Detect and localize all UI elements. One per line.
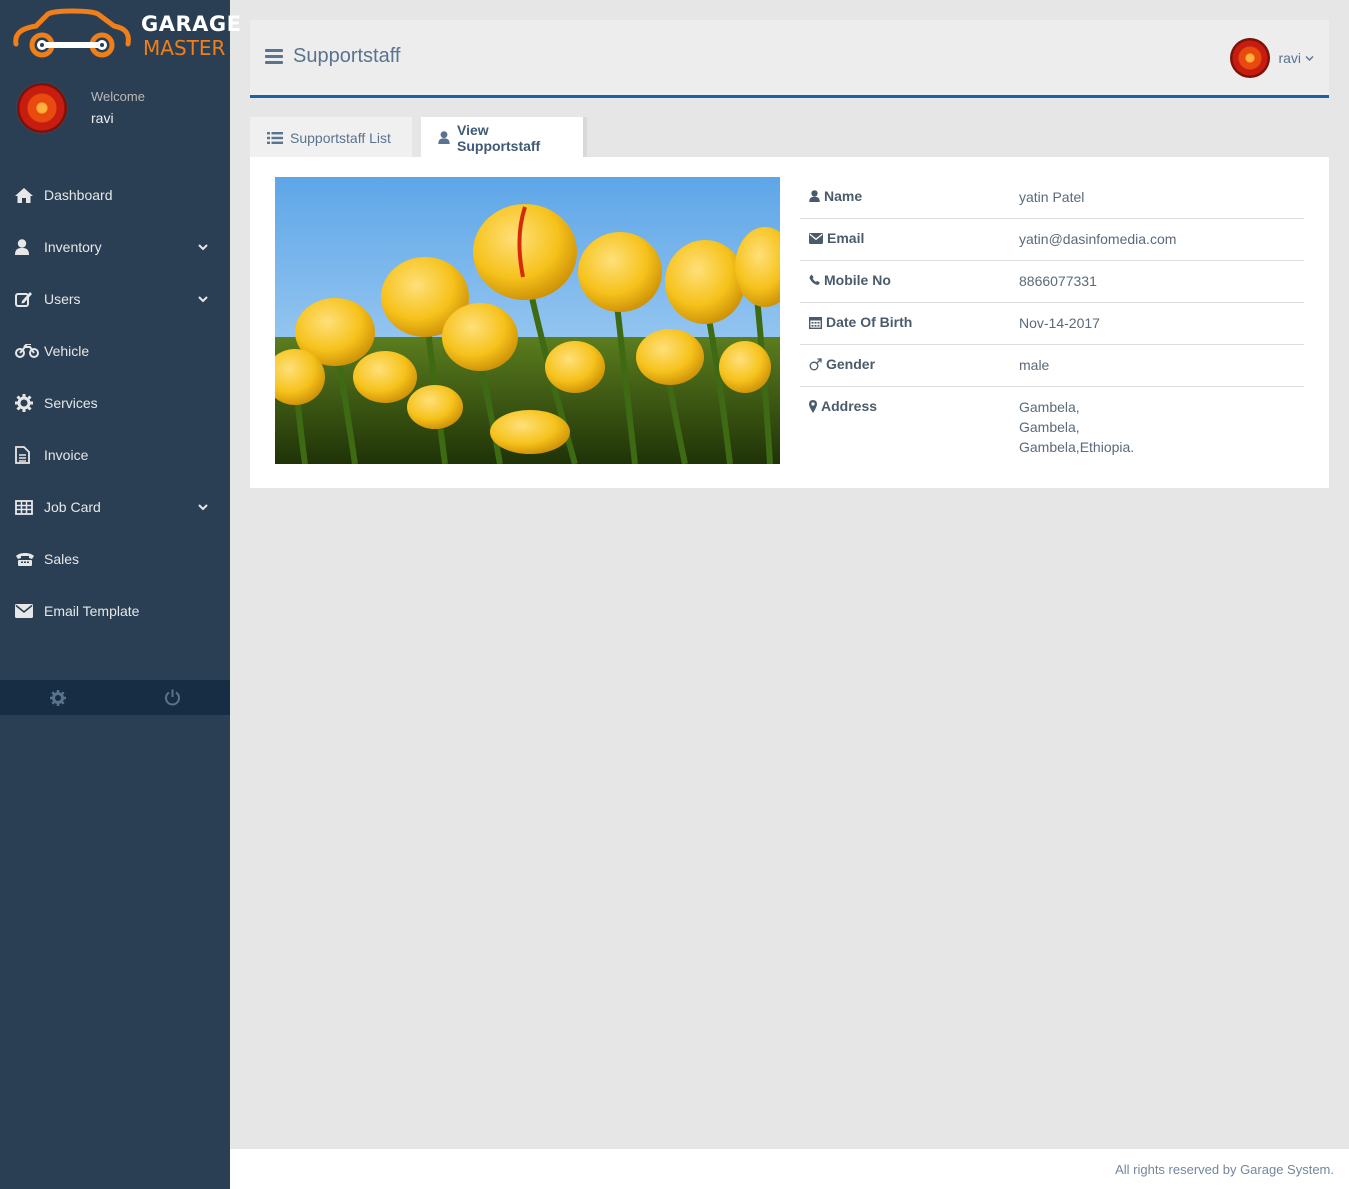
detail-value-dob: Nov-14-2017 bbox=[1019, 315, 1100, 331]
detail-row-email: Email yatin@dasinfomedia.com bbox=[800, 219, 1304, 261]
tab-label: View Supportstaff bbox=[457, 121, 541, 154]
sidebar-item-sales[interactable]: Sales bbox=[0, 533, 230, 585]
detail-label-text: Address bbox=[821, 398, 878, 414]
profile-name: ravi bbox=[91, 110, 114, 126]
sidebar-menu: Dashboard Inventory Users Vehicle Servic… bbox=[0, 169, 230, 637]
sidebar-item-label: Email Template bbox=[44, 603, 140, 619]
user-menu-name: ravi bbox=[1278, 50, 1301, 66]
file-text-icon bbox=[15, 445, 41, 465]
sidebar-item-label: Invoice bbox=[44, 447, 89, 463]
calendar-icon bbox=[809, 316, 822, 329]
sidebar-item-inventory[interactable]: Inventory bbox=[0, 221, 230, 273]
detail-label-mobile: Mobile No bbox=[809, 272, 891, 288]
address-line: Gambela,Ethiopia. bbox=[1019, 439, 1135, 455]
detail-row-mobile: Mobile No 8866077331 bbox=[800, 261, 1304, 303]
brand-line2: MASTER bbox=[143, 36, 226, 60]
detail-row-name: Name yatin Patel bbox=[800, 177, 1304, 219]
table-icon bbox=[15, 497, 41, 517]
settings-icon[interactable] bbox=[0, 680, 115, 715]
sidebar-item-label: Dashboard bbox=[44, 187, 113, 203]
sidebar-item-label: Sales bbox=[44, 551, 80, 567]
sidebar-item-email-template[interactable]: Email Template bbox=[0, 585, 230, 637]
avatar bbox=[16, 82, 68, 134]
top-navbar: Supportstaff ravi bbox=[250, 20, 1329, 98]
sidebar-item-users[interactable]: Users bbox=[0, 273, 230, 325]
home-icon bbox=[15, 185, 41, 205]
detail-value-name: yatin Patel bbox=[1019, 189, 1085, 205]
sidebar-item-services[interactable]: Services bbox=[0, 377, 230, 429]
brand-line1: GARAGE bbox=[141, 12, 242, 36]
tab-supportstaff-list[interactable]: Supportstaff List bbox=[250, 117, 412, 158]
chevron-down-icon bbox=[1305, 55, 1314, 61]
detail-label-address: Address bbox=[809, 398, 877, 414]
motorcycle-icon bbox=[15, 341, 41, 361]
chevron-down-icon bbox=[198, 244, 208, 251]
sidebar-item-vehicle[interactable]: Vehicle bbox=[0, 325, 230, 377]
envelope-icon bbox=[15, 601, 41, 621]
staff-photo bbox=[275, 177, 780, 464]
user-menu-dropdown[interactable]: ravi bbox=[1230, 38, 1314, 78]
page-title: Supportstaff bbox=[293, 45, 401, 67]
phone-icon bbox=[809, 274, 820, 286]
menu-toggle-icon[interactable] bbox=[265, 49, 283, 65]
tab-bar: Supportstaff List View Supportstaff bbox=[250, 117, 587, 158]
power-icon[interactable] bbox=[115, 680, 230, 715]
detail-row-gender: Gender male bbox=[800, 345, 1304, 387]
detail-value-mobile: 8866077331 bbox=[1019, 273, 1097, 289]
address-line: Gambela, bbox=[1019, 399, 1080, 415]
detail-label-gender: Gender bbox=[809, 356, 875, 372]
envelope-icon bbox=[809, 232, 823, 244]
detail-value-address: Gambela, Gambela, Gambela,Ethiopia. bbox=[1019, 397, 1134, 457]
address-line: Gambela, bbox=[1019, 419, 1080, 435]
avatar bbox=[1230, 38, 1271, 78]
car-wrench-logo-icon bbox=[13, 8, 131, 58]
staff-details-table: Name yatin Patel Email yatin@dasinfomedi… bbox=[800, 177, 1304, 473]
sidebar-item-label: Users bbox=[44, 291, 81, 307]
welcome-text: Welcome bbox=[91, 89, 145, 104]
detail-row-dob: Date Of Birth Nov-14-2017 bbox=[800, 303, 1304, 345]
user-icon bbox=[438, 131, 450, 144]
sidebar-item-label: Job Card bbox=[44, 499, 101, 515]
cogs-icon bbox=[15, 393, 41, 413]
tab-view-supportstaff[interactable]: View Supportstaff bbox=[421, 117, 587, 158]
detail-label-text: Date Of Birth bbox=[826, 314, 913, 330]
map-marker-icon bbox=[809, 399, 817, 413]
sidebar-item-label: Services bbox=[44, 395, 98, 411]
page-footer: All rights reserved by Garage System. bbox=[230, 1149, 1349, 1189]
detail-label-text: Name bbox=[824, 188, 863, 204]
mars-icon bbox=[809, 357, 822, 371]
sidebar-item-label: Vehicle bbox=[44, 343, 90, 359]
phone-icon bbox=[15, 549, 41, 569]
list-icon bbox=[267, 131, 283, 144]
user-icon bbox=[809, 190, 820, 202]
detail-label-name: Name bbox=[809, 188, 862, 204]
tab-label: Supportstaff List bbox=[290, 129, 391, 146]
edit-icon bbox=[15, 289, 41, 309]
detail-row-address: Address Gambela, Gambela, Gambela,Ethiop… bbox=[800, 387, 1304, 473]
detail-label-email: Email bbox=[809, 230, 864, 246]
chevron-down-icon bbox=[198, 504, 208, 511]
detail-value-email: yatin@dasinfomedia.com bbox=[1019, 231, 1177, 247]
detail-label-text: Email bbox=[827, 230, 865, 246]
sidebar-footer bbox=[0, 680, 230, 715]
footer-text: All rights reserved by Garage System. bbox=[1115, 1162, 1334, 1177]
sidebar-item-dashboard[interactable]: Dashboard bbox=[0, 169, 230, 221]
sidebar: GARAGE MASTER Welcome ravi Dashboard Inv… bbox=[0, 0, 241, 1189]
detail-value-gender: male bbox=[1019, 357, 1050, 373]
detail-label-text: Mobile No bbox=[824, 272, 891, 288]
sidebar-item-invoice[interactable]: Invoice bbox=[0, 429, 230, 481]
sidebar-item-job-card[interactable]: Job Card bbox=[0, 481, 230, 533]
sidebar-item-label: Inventory bbox=[44, 239, 102, 255]
staff-detail-panel: Name yatin Patel Email yatin@dasinfomedi… bbox=[250, 157, 1329, 488]
detail-label-text: Gender bbox=[826, 356, 876, 372]
user-icon bbox=[15, 237, 41, 257]
profile-block: Welcome ravi bbox=[0, 78, 230, 138]
brand-logo[interactable]: GARAGE MASTER bbox=[0, 0, 241, 70]
detail-label-dob: Date Of Birth bbox=[809, 314, 912, 330]
chevron-down-icon bbox=[198, 296, 208, 303]
